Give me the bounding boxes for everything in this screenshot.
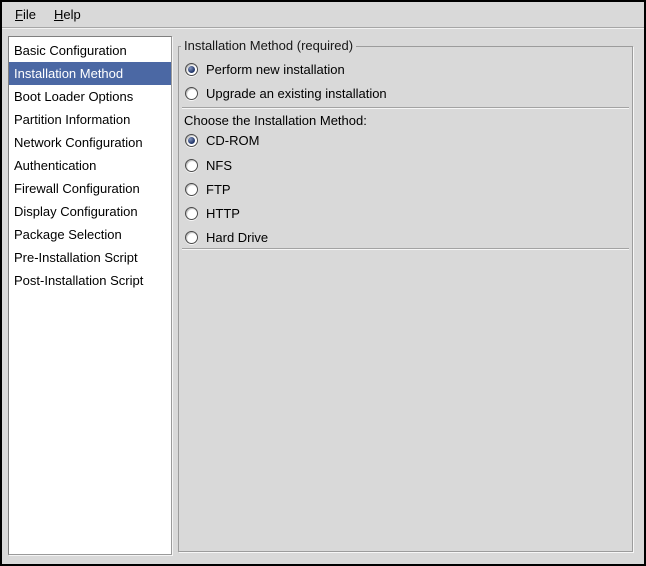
radio-http[interactable]: HTTP — [185, 206, 240, 221]
choose-method-label: Choose the Installation Method: — [184, 113, 367, 128]
horizontal-separator — [182, 107, 629, 109]
sidebar-item-basic-configuration[interactable]: Basic Configuration — [9, 39, 171, 62]
radio-button-icon — [185, 231, 198, 244]
sidebar-item-installation-method[interactable]: Installation Method — [9, 62, 171, 85]
radio-button-icon — [185, 87, 198, 100]
radio-upgrade-existing-installation[interactable]: Upgrade an existing installation — [185, 86, 387, 101]
sidebar-item-display-configuration[interactable]: Display Configuration — [9, 200, 171, 223]
radio-label: Perform new installation — [206, 62, 345, 77]
sidebar-category-list: Basic Configuration Installation Method … — [8, 36, 172, 555]
installation-method-frame: Installation Method (required) Perform n… — [178, 46, 633, 552]
radio-button-icon — [185, 183, 198, 196]
radio-cdrom[interactable]: CD-ROM — [185, 133, 259, 148]
menu-bar: File Help — [2, 2, 644, 28]
menu-help[interactable]: Help — [45, 4, 90, 26]
horizontal-separator — [182, 248, 629, 250]
sidebar-item-network-configuration[interactable]: Network Configuration — [9, 131, 171, 154]
sidebar-item-firewall-configuration[interactable]: Firewall Configuration — [9, 177, 171, 200]
sidebar-item-partition-information[interactable]: Partition Information — [9, 108, 171, 131]
radio-label: HTTP — [206, 206, 240, 221]
sidebar-item-boot-loader-options[interactable]: Boot Loader Options — [9, 85, 171, 108]
radio-ftp[interactable]: FTP — [185, 182, 231, 197]
radio-button-icon — [185, 207, 198, 220]
radio-button-icon — [185, 159, 198, 172]
radio-label: CD-ROM — [206, 133, 259, 148]
radio-button-icon — [185, 134, 198, 147]
sidebar-item-post-installation-script[interactable]: Post-Installation Script — [9, 269, 171, 292]
sidebar-item-pre-installation-script[interactable]: Pre-Installation Script — [9, 246, 171, 269]
sidebar-item-package-selection[interactable]: Package Selection — [9, 223, 171, 246]
frame-title: Installation Method (required) — [181, 38, 356, 53]
radio-label: Hard Drive — [206, 230, 268, 245]
radio-label: FTP — [206, 182, 231, 197]
sidebar-item-authentication[interactable]: Authentication — [9, 154, 171, 177]
radio-nfs[interactable]: NFS — [185, 158, 232, 173]
menu-file[interactable]: File — [6, 4, 45, 26]
radio-label: Upgrade an existing installation — [206, 86, 387, 101]
radio-perform-new-installation[interactable]: Perform new installation — [185, 62, 345, 77]
radio-hard-drive[interactable]: Hard Drive — [185, 230, 268, 245]
radio-label: NFS — [206, 158, 232, 173]
radio-button-icon — [185, 63, 198, 76]
kickstart-configurator-window: File Help Basic Configuration Installati… — [0, 0, 646, 566]
